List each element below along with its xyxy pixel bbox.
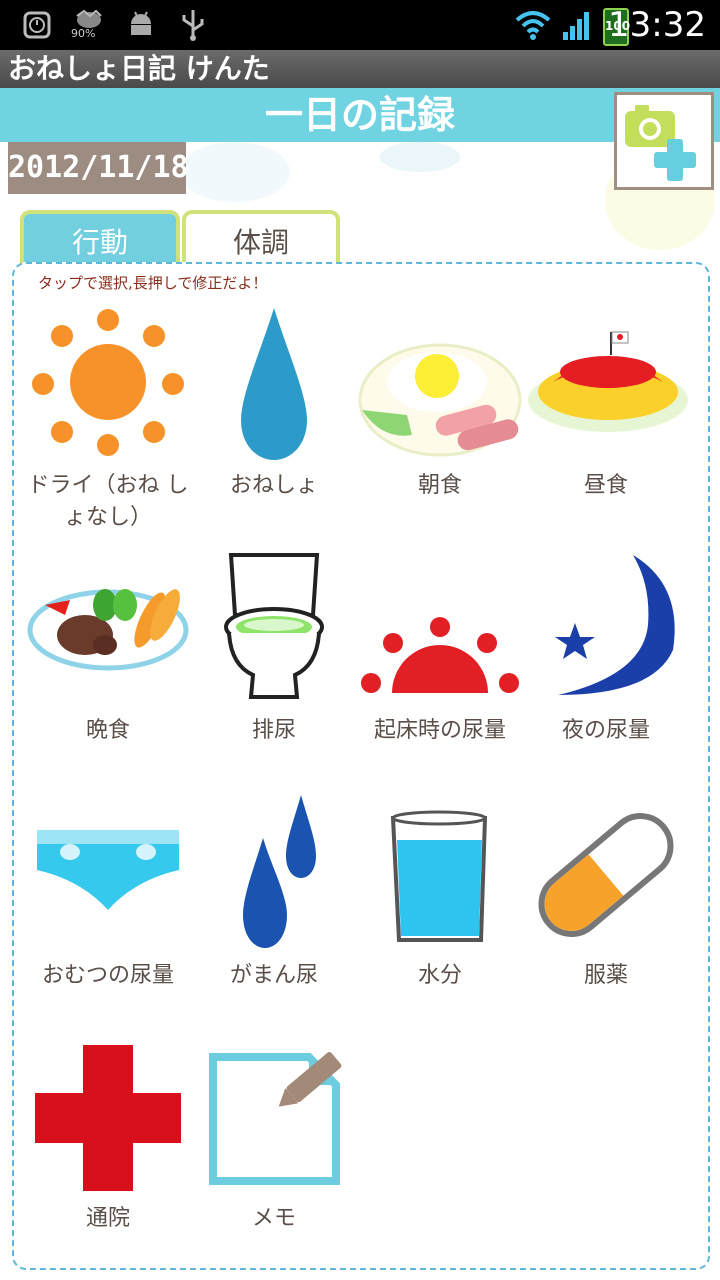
- capsule-icon: [538, 813, 674, 937]
- item-label: 昼食: [583, 473, 628, 498]
- item-night-volume[interactable]: 夜の尿量: [523, 545, 689, 785]
- item-bedwetting[interactable]: おねしょ: [191, 300, 357, 540]
- alarm-icon: [22, 8, 52, 40]
- item-label: 夜の尿量: [561, 718, 650, 743]
- usb-icon: [178, 8, 208, 41]
- item-fluids[interactable]: 水分: [357, 790, 523, 1030]
- breakfast-icon: [358, 343, 522, 457]
- two-drops-icon: [243, 795, 316, 948]
- item-label: 起床時の尿量: [373, 718, 506, 743]
- item-urination[interactable]: 排尿: [191, 545, 357, 785]
- item-hospital-visit[interactable]: 通院: [25, 1033, 191, 1273]
- android-debug-icon: [126, 8, 156, 40]
- item-label: 通院: [85, 1206, 130, 1231]
- item-label: メモ: [251, 1206, 296, 1231]
- background-decoration: [180, 142, 290, 202]
- item-diaper-volume[interactable]: おむつの尿量: [25, 790, 191, 1030]
- toilet-icon: [224, 553, 324, 699]
- item-label: ドライ（おね しょなし）: [27, 473, 189, 530]
- item-label: おむつの尿量: [41, 963, 174, 988]
- item-dinner[interactable]: 晩食: [25, 545, 191, 785]
- omurice-icon: [528, 331, 688, 432]
- hint-text: タップで選択,長押しで修正だよ！: [38, 274, 268, 292]
- camera-plus-icon: [625, 105, 696, 181]
- item-medication[interactable]: 服薬: [523, 790, 689, 1030]
- page-title: 一日の記録: [264, 93, 455, 137]
- item-morning-volume[interactable]: 起床時の尿量: [357, 545, 523, 785]
- add-photo-button[interactable]: [614, 92, 714, 190]
- app-title: おねしょ日記 けんた: [0, 50, 720, 88]
- diaper-icon: [37, 830, 179, 910]
- item-label: 排尿: [251, 718, 296, 743]
- battery-percent: 90%: [71, 27, 96, 40]
- red-cross-icon: [35, 1045, 181, 1191]
- item-label: 水分: [417, 963, 462, 988]
- item-label: おねしょ: [229, 473, 318, 498]
- rising-sun-icon: [361, 617, 519, 693]
- date-label: 2012/11/18: [8, 142, 189, 194]
- tab-condition[interactable]: 体調: [182, 210, 340, 270]
- tab-action[interactable]: 行動: [20, 210, 180, 270]
- item-breakfast[interactable]: 朝食: [357, 300, 523, 540]
- background-decoration: [380, 142, 460, 172]
- memo-icon: [209, 1052, 342, 1185]
- item-lunch[interactable]: 昼食: [523, 300, 689, 540]
- item-label: がまん尿: [229, 963, 318, 988]
- signal-icon: [563, 10, 591, 44]
- water-glass-icon: [390, 810, 488, 942]
- wifi-icon: [515, 10, 551, 44]
- dinner-plate-icon: [27, 589, 189, 671]
- clock-time: 13:32: [608, 5, 706, 45]
- item-memo[interactable]: メモ: [191, 1033, 357, 1273]
- status-bar: 90% 100 13:32: [0, 0, 720, 50]
- header-band: 一日の記録: [0, 88, 720, 142]
- sun-icon: [32, 309, 184, 456]
- item-dry[interactable]: ドライ（おね しょなし）: [25, 300, 191, 540]
- item-label: 服薬: [583, 963, 628, 988]
- item-label: 晩食: [85, 718, 130, 743]
- item-held-urine[interactable]: がまん尿: [191, 790, 357, 1030]
- drop-icon: [241, 308, 307, 460]
- item-label: 朝食: [417, 473, 462, 498]
- moon-icon: [555, 555, 675, 695]
